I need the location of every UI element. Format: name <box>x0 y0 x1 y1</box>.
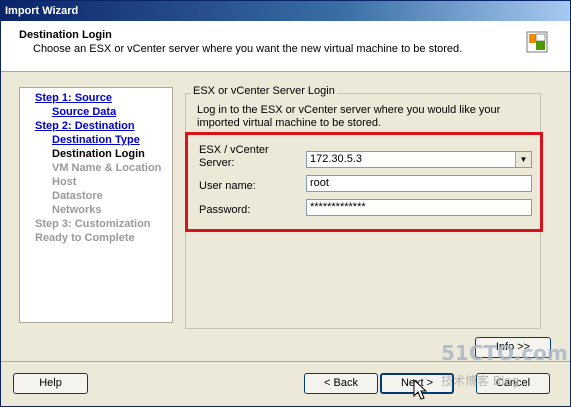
step-ready-to-complete: Ready to Complete <box>35 232 135 244</box>
page-subtitle: Choose an ESX or vCenter server where yo… <box>33 43 463 55</box>
chevron-down-icon[interactable]: ▼ <box>515 152 531 167</box>
password-label: Password: <box>199 204 251 216</box>
step-datastore: Datastore <box>52 190 103 202</box>
import-wizard-window: Import Wizard Destination Login Choose a… <box>0 0 571 407</box>
step-customization: Step 3: Customization <box>35 218 151 230</box>
wizard-steps-panel: Step 1: Source Source Data Step 2: Desti… <box>19 87 173 323</box>
step-destination[interactable]: Step 2: Destination <box>35 120 135 132</box>
step-source[interactable]: Step 1: Source <box>35 92 112 104</box>
vmware-converter-icon <box>526 31 548 53</box>
username-input[interactable]: root <box>306 175 532 192</box>
step-vm-name-location: VM Name & Location <box>52 162 162 174</box>
title-bar: Import Wizard <box>1 1 570 21</box>
page-title: Destination Login <box>19 29 112 41</box>
login-description: Log in to the ESX or vCenter server wher… <box>197 104 501 129</box>
back-button[interactable]: < Back <box>304 373 378 394</box>
step-destination-login: Destination Login <box>52 148 145 160</box>
wizard-header: Destination Login Choose an ESX or vCent… <box>1 21 570 72</box>
watermark-blog: 技术博客 Blog <box>441 374 520 388</box>
step-networks: Networks <box>52 204 102 216</box>
server-login-group-title: ESX or vCenter Server Login <box>191 85 337 97</box>
step-destination-type[interactable]: Destination Type <box>52 134 140 146</box>
step-source-data[interactable]: Source Data <box>52 106 116 118</box>
server-label-line1: ESX / vCenter <box>199 144 269 156</box>
username-label: User name: <box>199 180 256 192</box>
help-button[interactable]: Help <box>13 373 88 394</box>
server-label-line2: Server: <box>199 157 235 169</box>
mouse-cursor-icon <box>413 379 427 400</box>
server-select[interactable]: 172.30.5.3 ▼ <box>306 151 532 168</box>
password-input[interactable]: ************* <box>306 199 532 216</box>
watermark-51cto: 51CTO.com <box>441 341 568 365</box>
step-host: Host <box>52 176 77 188</box>
server-select-value: 172.30.5.3 <box>310 153 362 165</box>
